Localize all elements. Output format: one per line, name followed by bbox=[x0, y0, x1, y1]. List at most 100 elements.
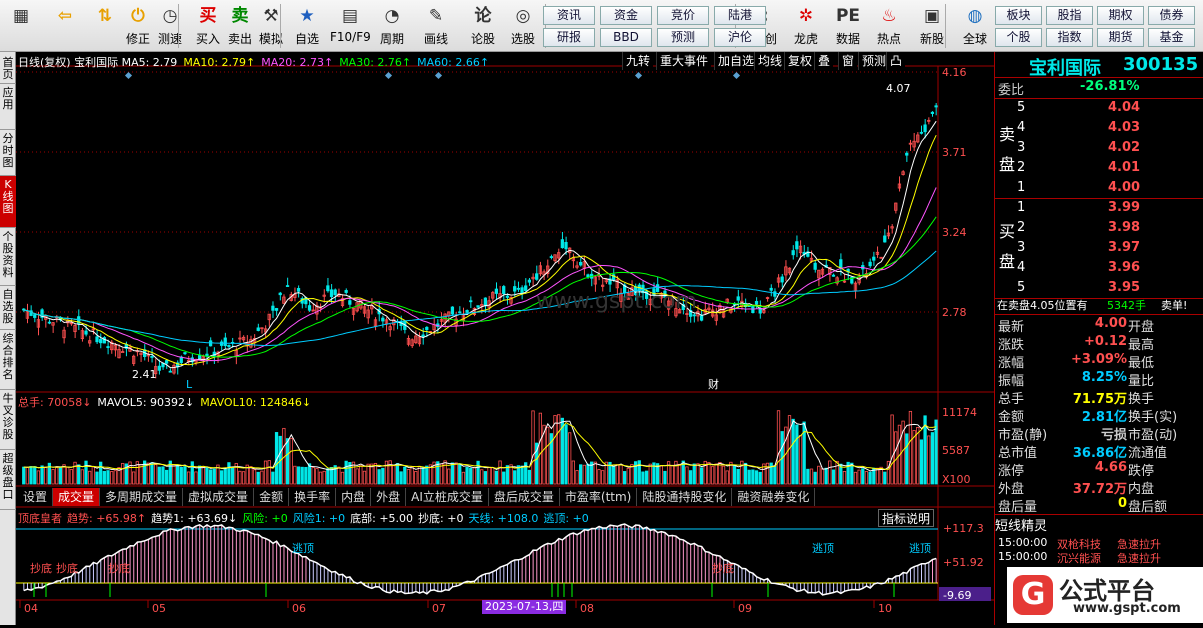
indicator-tab-10[interactable]: 市盈率(ttm) bbox=[559, 488, 638, 506]
chart-tool-1[interactable]: 重大事件 bbox=[656, 52, 712, 70]
volume-bar bbox=[33, 466, 37, 485]
data-button[interactable]: PE 数据 bbox=[828, 3, 868, 49]
indicator-tab-0[interactable]: 设置 bbox=[18, 488, 54, 506]
left-tab-2[interactable]: 分时图 bbox=[0, 130, 16, 176]
left-tab-1[interactable]: 应用 bbox=[0, 84, 16, 130]
global-button[interactable]: ◍ 全球 bbox=[955, 3, 995, 49]
left-tab-3[interactable]: K线图 bbox=[0, 176, 16, 228]
indicator-tab-4[interactable]: 金额 bbox=[254, 488, 290, 506]
volume-bar bbox=[736, 468, 740, 485]
hot-button[interactable]: ♨ 热点 bbox=[869, 3, 909, 49]
cursor-date-label: 2023-07-13,四 bbox=[482, 600, 567, 614]
market-button-4[interactable]: 个股 bbox=[995, 28, 1042, 47]
low-label: 2.41 bbox=[132, 368, 157, 381]
chart-tool-6[interactable]: 窗 bbox=[838, 52, 858, 70]
volume-bar bbox=[516, 465, 521, 485]
chart-tool-8[interactable]: 凸 bbox=[886, 52, 906, 70]
indicator-tab-11[interactable]: 陆股通持股变化 bbox=[637, 488, 733, 506]
market-button-5[interactable]: 指数 bbox=[1046, 28, 1093, 47]
left-tab-0[interactable]: 首页 bbox=[0, 54, 16, 84]
f10-button[interactable]: ▤ F10/F9 bbox=[330, 3, 371, 49]
chart-tool-5[interactable]: 叠 bbox=[814, 52, 834, 70]
dragon-tiger-button[interactable]: ✲ 龙虎 bbox=[786, 3, 826, 49]
quick-button-2[interactable]: 竞价 bbox=[657, 6, 709, 25]
volume-bar bbox=[659, 465, 663, 485]
volume-bar bbox=[256, 471, 260, 485]
volume-bar bbox=[582, 464, 586, 485]
quick-button-5[interactable]: BBD bbox=[600, 28, 652, 47]
indicator-tab-12[interactable]: 融资融券变化 bbox=[732, 488, 816, 506]
volume-bar bbox=[99, 461, 103, 485]
volume-bar bbox=[454, 462, 458, 485]
chart-tool-2[interactable]: 加自选 bbox=[714, 52, 758, 70]
market-button-0[interactable]: 板块 bbox=[995, 6, 1042, 25]
sell-level-row: 4 4.03 bbox=[995, 120, 1203, 139]
candle-body bbox=[329, 289, 334, 298]
market-button-1[interactable]: 股指 bbox=[1046, 6, 1093, 25]
chart-tool-4[interactable]: 复权 bbox=[784, 52, 816, 70]
back-button[interactable]: ⇦ bbox=[48, 3, 82, 49]
indicator-tab-9[interactable]: 盘后成交量 bbox=[488, 488, 560, 506]
left-tab-bar: 首页 应用 分时图 K线图 个股资料 自选股 综合排名 牛叉诊股 超级盘口 bbox=[0, 52, 16, 625]
indicator-tab-2[interactable]: 多周期成交量 bbox=[100, 488, 184, 506]
chart-tool-7[interactable]: 预测 bbox=[858, 52, 890, 70]
indicator-tab-6[interactable]: 内盘 bbox=[336, 488, 372, 506]
candle-body bbox=[754, 300, 759, 305]
speed-button[interactable]: ◷ 测速 bbox=[150, 3, 190, 49]
date-label: 07 bbox=[432, 602, 446, 615]
candle-body bbox=[505, 295, 510, 298]
sell-level-row: 5 4.04 bbox=[995, 100, 1203, 119]
ma5-line bbox=[23, 120, 937, 369]
candle-body bbox=[256, 327, 260, 331]
volume-bar bbox=[813, 471, 817, 485]
candle-body bbox=[549, 256, 553, 258]
left-tab-4[interactable]: 个股资料 bbox=[0, 228, 16, 286]
period-button[interactable]: ◔ 周期 bbox=[372, 3, 412, 49]
indicator-tab-3[interactable]: 虚拟成交量 bbox=[183, 488, 255, 506]
candle-body bbox=[520, 287, 524, 294]
indicator-tab-5[interactable]: 换手率 bbox=[289, 488, 337, 506]
market-button-6[interactable]: 期货 bbox=[1097, 28, 1144, 47]
star-icon: ★ bbox=[299, 6, 315, 26]
simulate-button[interactable]: ⚒ 模拟 bbox=[251, 3, 291, 49]
volume-bar bbox=[164, 469, 169, 485]
indicator-help-button[interactable]: 指标说明 bbox=[878, 509, 935, 527]
indicator-tab-7[interactable]: 外盘 bbox=[371, 488, 407, 506]
left-tab-5[interactable]: 自选股 bbox=[0, 286, 16, 330]
ind-legend-1: 趋势: +65.98↑ bbox=[67, 512, 147, 525]
quick-button-3[interactable]: 陆港 bbox=[714, 6, 766, 25]
kline-chart-svg[interactable]: 4.16 3.71 3.24 2.78 11174 5587 X100 +117.3 +51.9… bbox=[16, 52, 994, 625]
indicator-tab-1[interactable]: 成交量 bbox=[53, 488, 101, 506]
new-stock-button[interactable]: ▣ 新股 bbox=[912, 3, 952, 49]
indicator-tab-8[interactable]: AI立桩成交量 bbox=[406, 488, 489, 506]
select-stock-button[interactable]: ◎ 选股 bbox=[503, 3, 543, 49]
watchlist-button[interactable]: ★ 自选 bbox=[287, 3, 327, 49]
left-tab-7[interactable]: 牛叉诊股 bbox=[0, 390, 16, 450]
quick-button-6[interactable]: 预测 bbox=[657, 28, 709, 47]
volume-bar bbox=[725, 470, 729, 485]
volume-bar bbox=[421, 467, 425, 485]
chart-tool-0[interactable]: 九转 bbox=[622, 52, 654, 70]
quick-button-1[interactable]: 资金 bbox=[600, 6, 652, 25]
draw-line-button[interactable]: ✎ 画线 bbox=[416, 3, 456, 49]
quick-button-4[interactable]: 研报 bbox=[543, 28, 595, 47]
scroll-button[interactable]: ⇅ bbox=[88, 3, 122, 49]
market-button-7[interactable]: 基金 bbox=[1148, 28, 1195, 47]
volume-bar bbox=[311, 467, 315, 485]
chart-tool-3[interactable]: 均线 bbox=[754, 52, 786, 70]
sell-level-row: 1 4.00 bbox=[995, 180, 1203, 199]
chart-area[interactable]: 4.16 3.71 3.24 2.78 11174 5587 X100 +117.3 +51.9… bbox=[16, 52, 994, 625]
volume-bar bbox=[699, 467, 704, 485]
volume-bar bbox=[593, 461, 597, 485]
windows-button[interactable]: ▦ bbox=[4, 3, 38, 49]
volume-bar bbox=[157, 466, 161, 485]
left-tab-6[interactable]: 综合排名 bbox=[0, 330, 16, 390]
volume-bar bbox=[91, 466, 95, 485]
market-button-3[interactable]: 债券 bbox=[1148, 6, 1195, 25]
quick-button-7[interactable]: 沪伦 bbox=[714, 28, 766, 47]
market-button-2[interactable]: 期权 bbox=[1097, 6, 1144, 25]
left-tab-8[interactable]: 超级盘口 bbox=[0, 450, 16, 510]
discuss-button[interactable]: 论论股 bbox=[463, 3, 503, 49]
quick-button-0[interactable]: 资讯 bbox=[543, 6, 595, 25]
volume-bar bbox=[194, 471, 198, 485]
